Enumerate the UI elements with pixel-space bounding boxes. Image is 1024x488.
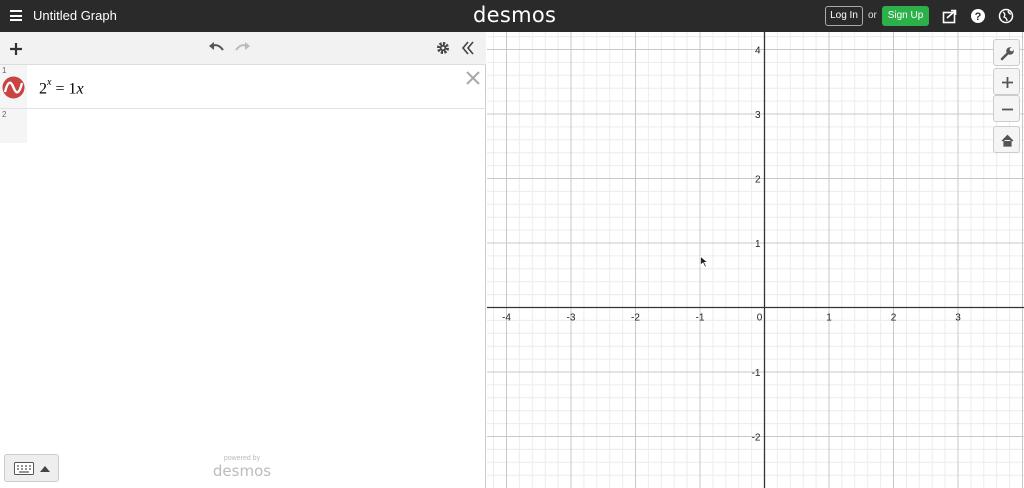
signup-button[interactable]: Sign Up [882,6,929,26]
x-tick-label: 0 [757,313,763,324]
undo-icon[interactable] [208,42,224,54]
top-bar: Untitled Graph desmos Log In or Sign Up … [0,0,1024,32]
home-button[interactable] [993,126,1020,153]
mouse-cursor-icon [700,256,708,268]
zoom-in-icon [1002,77,1013,88]
graph-paper[interactable]: -4 -3 -2 -1 0 1 2 3 4 3 2 1 -1 -2 [487,32,1024,488]
graph-canvas[interactable]: -4 -3 -2 -1 0 1 2 3 4 3 2 1 -1 -2 [487,32,1024,488]
wrench-icon [1000,47,1014,61]
powered-by-brand: desmos [212,462,272,480]
share-icon[interactable] [942,8,958,24]
keypad-toggle-button[interactable] [4,454,59,482]
home-icon [1001,134,1014,147]
keyboard-icon [14,462,34,475]
powered-by-logo: powered by desmos [212,455,272,479]
expression-panel: 1 2x = 1x 2 powered by desmos [0,32,486,488]
zoom-out-button[interactable] [993,95,1020,122]
graph-title[interactable]: Untitled Graph [33,8,117,23]
x-tick-label: -2 [631,313,640,324]
or-text: or [868,10,877,21]
zoom-in-button[interactable] [993,68,1020,95]
collapse-icon[interactable] [461,41,475,55]
expression-toolbar [0,32,486,65]
x-tick-label: 3 [955,313,961,324]
equals-sign: = [51,80,69,98]
y-tick-label: 4 [755,46,761,57]
close-icon[interactable] [465,70,481,86]
expression-base: 2 [39,80,47,98]
y-tick-label: -1 [752,368,761,379]
x-tick-label: -3 [567,313,576,324]
row-gutter: 2 [0,109,27,143]
row-gutter: 1 [0,65,27,108]
expression-row[interactable]: 1 2x = 1x [0,65,486,109]
expression-row-empty[interactable]: 2 [0,109,486,143]
graph-color-icon[interactable] [2,76,25,99]
graph-settings-button[interactable] [993,39,1020,66]
zoom-out-icon [1002,108,1013,111]
x-tick-label: 1 [826,313,832,324]
y-tick-label: 2 [755,175,761,186]
x-tick-label: -1 [696,313,705,324]
login-button[interactable]: Log In [825,6,863,26]
settings-icon[interactable] [436,41,450,55]
row-number: 1 [2,66,7,75]
x-tick-label: 2 [891,313,897,324]
desmos-logo: desmos [473,3,557,27]
y-tick-label: 1 [755,239,761,250]
globe-icon[interactable] [998,8,1014,24]
help-icon[interactable]: ? [970,8,986,24]
y-tick-label: -2 [752,433,761,444]
expression-variable: x [76,80,84,98]
x-tick-label: -4 [502,313,511,324]
y-tick-label: 3 [755,110,761,121]
expression-math[interactable]: 2x = 1x [39,77,84,98]
caret-up-icon [40,466,50,472]
svg-text:?: ? [975,11,982,23]
add-icon[interactable] [9,42,23,56]
menu-icon[interactable] [10,10,22,21]
expression-exponent: x [47,77,52,88]
row-number: 2 [2,110,7,119]
redo-icon[interactable] [235,42,251,54]
